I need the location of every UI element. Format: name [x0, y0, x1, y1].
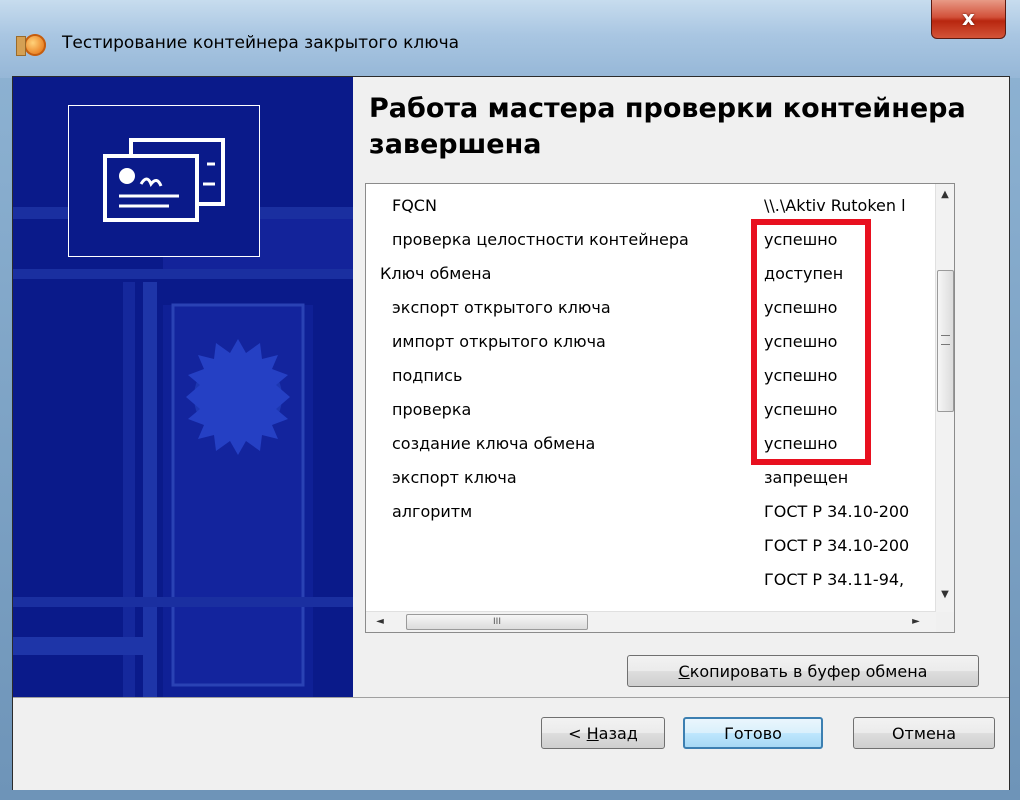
close-button[interactable]: x: [931, 0, 1006, 39]
dialog-window: Тестирование контейнера закрытого ключа …: [0, 0, 1020, 800]
scroll-right-button[interactable]: ►: [906, 612, 926, 632]
list-item[interactable]: проверка успешно: [366, 394, 938, 428]
list-item[interactable]: алгоритм ГОСТ Р 34.10-200: [366, 496, 938, 530]
scroll-up-button[interactable]: ▲: [936, 184, 954, 206]
list-item[interactable]: экспорт ключа запрещен: [366, 462, 938, 496]
result-label: Ключ обмена: [380, 264, 492, 283]
results-list[interactable]: FQCN \\.\Aktiv Rutoken l проверка целостно…: [365, 183, 955, 633]
result-value: ГОСТ Р 34.10-200: [764, 536, 910, 555]
result-label: импорт открытого ключа: [392, 332, 606, 351]
list-item[interactable]: подпись успешно: [366, 360, 938, 394]
title-bar[interactable]: Тестирование контейнера закрытого ключа …: [0, 0, 1020, 78]
copy-label: копировать в буфер обмена: [689, 662, 928, 681]
back-button[interactable]: < Назад: [541, 717, 665, 749]
certificate-icon: [103, 138, 225, 222]
list-item[interactable]: FQCN \\.\Aktiv Rutoken l: [366, 190, 938, 224]
list-item[interactable]: создание ключа обмена успешно: [366, 428, 938, 462]
list-item[interactable]: проверка целостности контейнера успешно: [366, 224, 938, 258]
result-value: \\.\Aktiv Rutoken l: [764, 196, 906, 215]
list-item[interactable]: ГОСТ Р 34.10-200: [366, 530, 938, 564]
finish-button[interactable]: Готово: [683, 717, 823, 749]
horizontal-scroll-thumb[interactable]: III: [406, 614, 588, 630]
result-label: экспорт открытого ключа: [392, 298, 611, 317]
scroll-down-button[interactable]: ▼: [936, 584, 954, 606]
result-value: успешно: [764, 366, 838, 385]
back-label: азад: [598, 724, 638, 743]
result-value: доступен: [764, 264, 844, 283]
result-label: алгоритм: [392, 502, 473, 521]
seal-icon: [186, 339, 290, 455]
result-label: создание ключа обмена: [392, 434, 596, 453]
list-item[interactable]: экспорт открытого ключа успешно: [366, 292, 938, 326]
app-icon: [16, 34, 46, 56]
wizard-banner: [13, 77, 353, 697]
result-value: успешно: [764, 230, 838, 249]
back-accel: Н: [586, 724, 599, 743]
result-label: FQCN: [392, 196, 437, 215]
window-title: Тестирование контейнера закрытого ключа: [62, 33, 460, 53]
page-title: Работа мастера проверки контейнера завер…: [369, 93, 966, 160]
result-label: проверка целостности контейнера: [392, 230, 689, 249]
result-value: успешно: [764, 400, 838, 419]
cancel-button[interactable]: Отмена: [853, 717, 995, 749]
result-value: успешно: [764, 434, 838, 453]
horizontal-scrollbar[interactable]: ◄ III ►: [366, 611, 936, 632]
certificate-frame: [68, 105, 260, 257]
copy-to-clipboard-button[interactable]: Скопировать в буфер обмена: [627, 655, 979, 687]
result-value: запрещен: [764, 468, 849, 487]
result-value: ГОСТ Р 34.10-200: [764, 502, 910, 521]
back-prefix: <: [568, 724, 587, 743]
scrollbar-corner: [936, 612, 954, 632]
result-value: успешно: [764, 332, 838, 351]
copy-accel: С: [678, 662, 690, 681]
list-item[interactable]: импорт открытого ключа успешно: [366, 326, 938, 360]
scroll-left-button[interactable]: ◄: [370, 612, 390, 632]
grip-icon: [941, 335, 950, 345]
list-item[interactable]: Ключ обмена доступен: [366, 258, 938, 292]
vertical-scrollbar[interactable]: ▲ ▼: [935, 184, 954, 612]
result-label: подпись: [392, 366, 463, 385]
vertical-scroll-thumb[interactable]: [937, 270, 954, 412]
close-icon: x: [962, 6, 975, 30]
list-item[interactable]: ГОСТ Р 34.11-94,: [366, 564, 938, 598]
results-rows: FQCN \\.\Aktiv Rutoken l проверка целостно…: [366, 190, 938, 598]
result-value: успешно: [764, 298, 838, 317]
result-value: ГОСТ Р 34.11-94,: [764, 570, 905, 589]
dialog-client-area: Работа мастера проверки контейнера завер…: [12, 76, 1010, 790]
result-label: экспорт ключа: [392, 468, 517, 487]
result-label: проверка: [392, 400, 472, 419]
